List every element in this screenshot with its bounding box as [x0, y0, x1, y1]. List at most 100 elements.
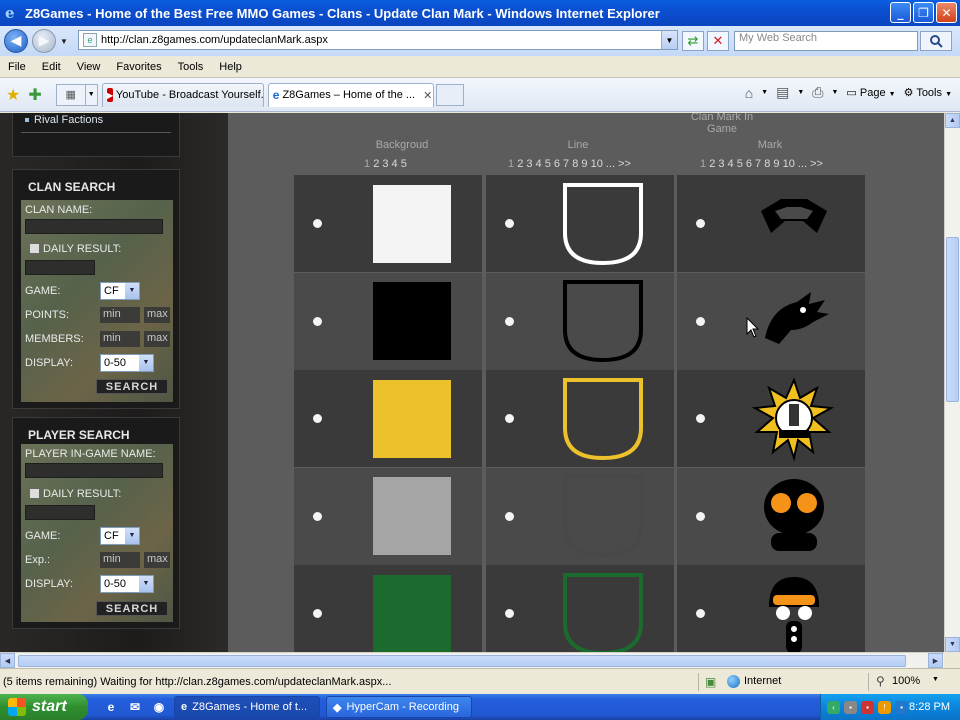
daily-result-checkbox[interactable]	[29, 243, 40, 254]
zoom-level[interactable]: 100%	[892, 675, 920, 687]
goggles-mark-icon[interactable]	[751, 181, 837, 267]
recent-pages-dropdown-icon[interactable]: ▼	[60, 37, 68, 46]
pager-pages[interactable]: 2 3 4 5 6 7 8 9 10 ... >>	[517, 158, 631, 170]
scroll-right-icon[interactable]: ▶	[928, 653, 943, 668]
player-game-select[interactable]: CF ▼	[100, 527, 140, 545]
player-display-select[interactable]: 0-50 ▼	[100, 575, 154, 593]
background-swatch[interactable]	[373, 477, 451, 555]
grid-cell[interactable]	[294, 175, 482, 272]
menu-view[interactable]: View	[69, 61, 109, 73]
quick-tabs-button[interactable]: ▦	[55, 83, 86, 106]
clan-name-input[interactable]	[25, 219, 163, 234]
security-zone[interactable]: Internet	[744, 675, 781, 687]
forward-button[interactable]: ▶	[32, 29, 56, 53]
tab-youtube[interactable]: ▶ YouTube - Broadcast Yourself.	[101, 82, 264, 107]
option-radio[interactable]	[505, 511, 514, 521]
grid-cell[interactable]	[486, 370, 674, 467]
player-name-input[interactable]	[25, 463, 163, 478]
address-dropdown-icon[interactable]: ▼	[661, 31, 677, 49]
tools-menu[interactable]: ⚙ Tools ▼	[904, 86, 952, 99]
background-swatch[interactable]	[373, 282, 451, 360]
option-radio[interactable]	[696, 511, 705, 521]
background-swatch[interactable]	[373, 379, 451, 458]
menu-favorites[interactable]: Favorites	[108, 61, 169, 73]
shield-outline-icon[interactable]	[558, 376, 648, 462]
clan-search-button[interactable]: SEARCH	[96, 379, 168, 394]
minimize-button[interactable]: _	[890, 2, 911, 23]
members-min-input[interactable]: min	[100, 331, 140, 347]
outlook-quicklaunch-icon[interactable]: ✉	[126, 698, 144, 716]
option-radio[interactable]	[505, 609, 514, 618]
feeds-dropdown-icon[interactable]: ▼	[797, 89, 804, 96]
sun-emblem-mark-icon[interactable]	[751, 376, 837, 462]
shield-outline-icon[interactable]	[558, 571, 648, 653]
search-input[interactable]: My Web Search	[734, 31, 918, 51]
background-swatch[interactable]	[373, 574, 451, 652]
pager-pages[interactable]: 2 3 4 5	[373, 158, 407, 170]
option-radio[interactable]	[696, 414, 705, 423]
tab-close-icon[interactable]: ✕	[423, 89, 432, 102]
back-button[interactable]: ◀	[4, 29, 28, 53]
horizontal-scroll-thumb[interactable]	[18, 655, 906, 667]
tab-z8games[interactable]: e Z8Games – Home of the ... ✕	[267, 82, 434, 107]
menu-edit[interactable]: Edit	[34, 61, 69, 73]
menu-tools[interactable]: Tools	[170, 61, 212, 73]
pager-pages[interactable]: 2 3 4 5 6 7 8 9 10 ... >>	[709, 158, 823, 170]
points-max-input[interactable]: max	[144, 307, 170, 323]
new-tab-button[interactable]	[435, 83, 464, 106]
vertical-scrollbar[interactable]: ▲ ▼	[944, 113, 960, 652]
close-button[interactable]: ✕	[936, 2, 957, 23]
grid-cell[interactable]	[294, 370, 482, 467]
grid-cell[interactable]	[486, 175, 674, 272]
player-daily-result-checkbox[interactable]	[29, 488, 40, 499]
page-menu[interactable]: ▭ Page ▼	[846, 86, 895, 99]
option-radio[interactable]	[313, 414, 322, 423]
exp-max-input[interactable]: max	[144, 552, 170, 568]
line-pager[interactable]: 1 2 3 4 5 6 7 8 9 10 ... >>	[508, 158, 631, 170]
rival-factions-link[interactable]: Rival Factions	[25, 114, 103, 126]
grid-cell[interactable]	[486, 272, 674, 370]
vertical-scroll-thumb[interactable]	[946, 237, 959, 402]
option-radio[interactable]	[313, 316, 322, 326]
mark-pager[interactable]: 1 2 3 4 5 6 7 8 9 10 ... >>	[700, 158, 823, 170]
daily-result-input[interactable]	[25, 260, 95, 275]
grid-cell[interactable]	[677, 175, 865, 272]
grid-cell[interactable]	[294, 565, 482, 652]
ie-quicklaunch-icon[interactable]: e	[102, 698, 120, 716]
exp-min-input[interactable]: min	[100, 552, 140, 568]
option-radio[interactable]	[505, 219, 514, 228]
search-button[interactable]	[920, 31, 952, 51]
shield-outline-icon[interactable]	[558, 473, 648, 559]
taskbar-item-ie[interactable]: e Z8Games - Home of t...	[174, 696, 320, 718]
favorites-star-icon[interactable]: ★	[6, 85, 20, 105]
refresh-button[interactable]: ⇄	[682, 31, 704, 51]
grid-cell[interactable]	[486, 565, 674, 652]
address-url[interactable]: http://clan.z8games.com/updateclanMark.a…	[101, 34, 328, 46]
tray-security-icon[interactable]: !	[878, 700, 891, 714]
members-max-input[interactable]: max	[144, 331, 170, 347]
option-radio[interactable]	[505, 316, 514, 326]
option-radio[interactable]	[696, 219, 705, 228]
tray-app-icon[interactable]: ▪	[844, 700, 857, 714]
option-radio[interactable]	[313, 511, 322, 521]
gasmask-mark-icon[interactable]	[751, 473, 837, 559]
tray-shield-icon[interactable]: ▪	[861, 700, 874, 714]
zoom-icon[interactable]: ⚲	[876, 674, 885, 688]
helmet-gasmask-mark-icon[interactable]	[751, 571, 837, 653]
grid-cell[interactable]	[294, 272, 482, 370]
eagle-mark-icon[interactable]	[751, 278, 837, 364]
option-radio[interactable]	[505, 414, 514, 423]
display-select[interactable]: 0-50 ▼	[100, 354, 154, 372]
add-favorites-icon[interactable]: ✚	[28, 85, 41, 105]
option-radio[interactable]	[313, 219, 322, 228]
grid-cell[interactable]	[486, 467, 674, 565]
shield-outline-icon[interactable]	[558, 181, 648, 267]
tab-list-dropdown-icon[interactable]: ▼	[85, 83, 98, 106]
option-radio[interactable]	[696, 609, 705, 618]
address-bar[interactable]: e http://clan.z8games.com/updateclanMark…	[78, 30, 678, 50]
media-player-quicklaunch-icon[interactable]: ◉	[150, 698, 168, 716]
taskbar-item-hypercam[interactable]: ◆ HyperCam - Recording	[326, 696, 472, 718]
menu-file[interactable]: File	[0, 61, 34, 73]
scroll-up-icon[interactable]: ▲	[945, 113, 960, 128]
feeds-icon[interactable]: ▤	[776, 84, 789, 101]
